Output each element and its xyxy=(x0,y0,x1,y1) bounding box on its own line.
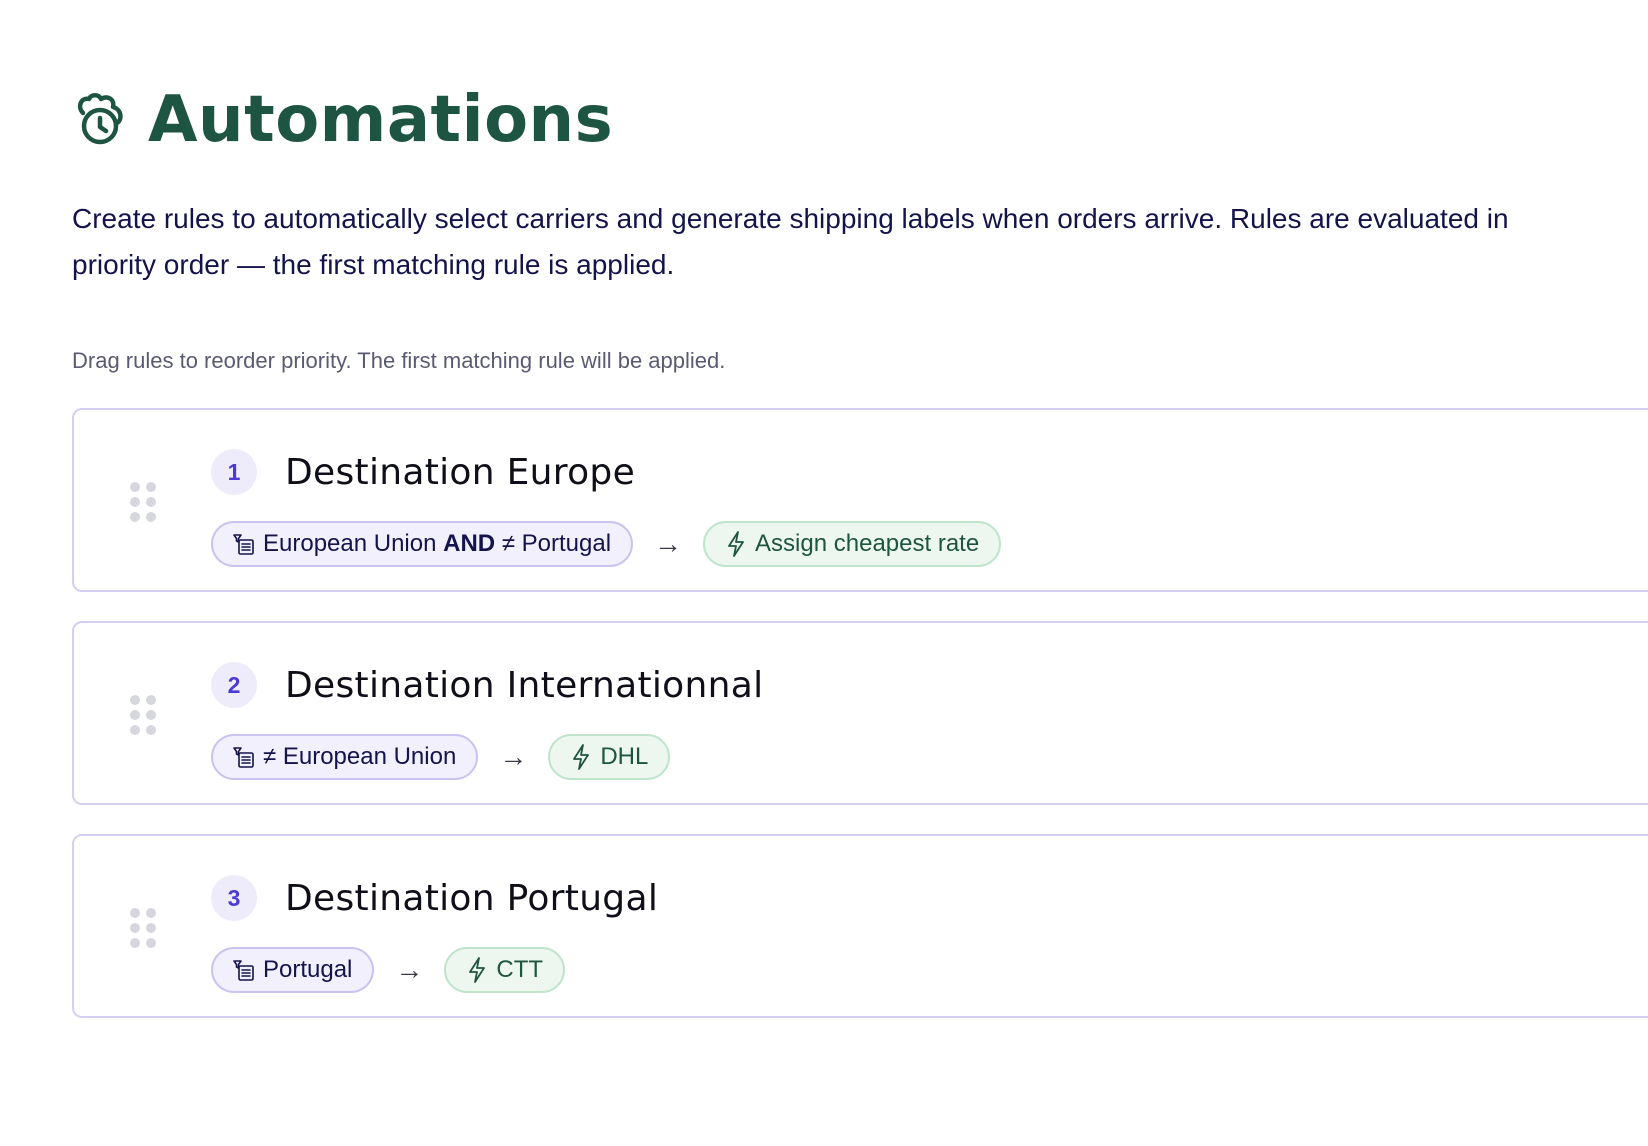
priority-badge: 3 xyxy=(211,875,257,921)
action-text: Assign cheapest rate xyxy=(755,530,980,557)
rule-flow: ≠ European Union → DHL xyxy=(211,733,671,781)
rule-list: 1 Destination Europe European Union AND … xyxy=(72,408,1648,1047)
page-header: Automations xyxy=(72,80,613,160)
drag-handle-icon[interactable] xyxy=(130,695,156,735)
condition-operator: AND xyxy=(443,530,496,557)
action-text: DHL xyxy=(600,743,649,770)
rule-name: Destination Portugal xyxy=(285,878,659,919)
rule-name: Destination Internationnal xyxy=(285,665,764,706)
action-chip[interactable]: Assign cheapest rate xyxy=(703,521,1002,567)
lightning-icon xyxy=(570,744,592,770)
rule-flow: Portugal → CTT xyxy=(211,946,566,994)
action-text: CTT xyxy=(496,956,544,983)
condition-list-icon xyxy=(231,744,257,770)
priority-badge: 2 xyxy=(211,662,257,708)
flow-arrow-icon: → xyxy=(654,528,683,559)
rule-card[interactable]: 1 Destination Europe European Union AND … xyxy=(72,408,1648,592)
lightning-icon xyxy=(466,957,488,983)
rule-card[interactable]: 2 Destination Internationnal ≠ European … xyxy=(72,621,1648,805)
drag-handle-icon[interactable] xyxy=(130,908,156,948)
page-description: Create rules to automatically select car… xyxy=(72,203,1509,280)
condition-text: ≠ European Union xyxy=(263,743,457,770)
flow-arrow-icon: → xyxy=(499,741,528,772)
page-title: Automations xyxy=(148,83,614,157)
condition-text: Portugal xyxy=(263,956,353,983)
condition-list-icon xyxy=(231,531,257,557)
rule-name: Destination Europe xyxy=(285,452,636,493)
reorder-hint: Drag rules to reorder priority. The firs… xyxy=(72,348,726,373)
automation-clock-icon xyxy=(72,92,128,148)
drag-handle-icon[interactable] xyxy=(130,482,156,522)
action-chip[interactable]: DHL xyxy=(548,734,671,780)
condition-list-icon xyxy=(231,957,257,983)
condition-chip[interactable]: European Union AND ≠ Portugal xyxy=(211,521,634,567)
condition-text: European Union AND ≠ Portugal xyxy=(263,530,612,557)
condition-chip[interactable]: ≠ European Union xyxy=(211,734,479,780)
flow-arrow-icon: → xyxy=(395,954,424,985)
rule-card[interactable]: 3 Destination Portugal Portugal → CTT xyxy=(72,834,1648,1018)
priority-badge: 1 xyxy=(211,449,257,495)
lightning-icon xyxy=(725,531,747,557)
action-chip[interactable]: CTT xyxy=(444,947,566,993)
condition-chip[interactable]: Portugal xyxy=(211,947,375,993)
rule-flow: European Union AND ≠ Portugal → Assign c… xyxy=(211,520,1002,568)
